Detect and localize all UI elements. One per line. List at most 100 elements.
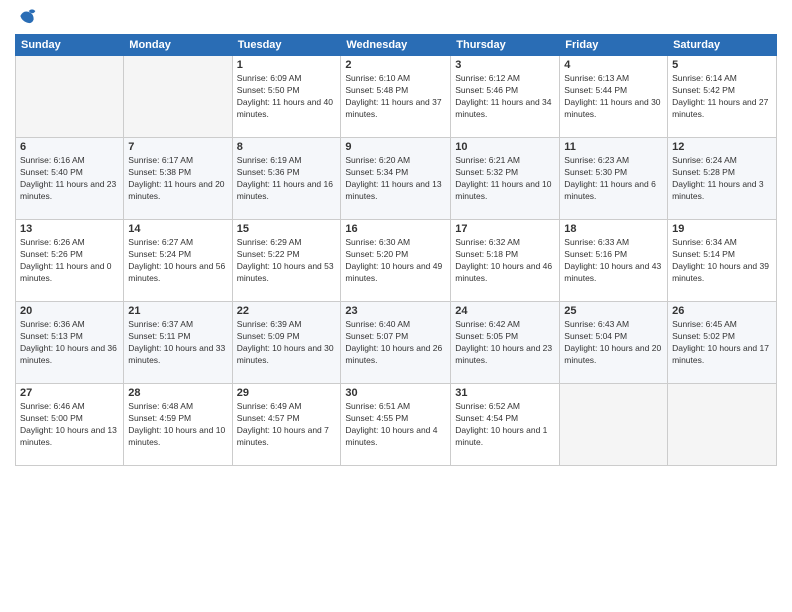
day-header-wednesday: Wednesday (341, 35, 451, 56)
day-number: 14 (128, 223, 227, 235)
day-number: 2 (345, 59, 446, 71)
day-info: Sunrise: 6:32 AM Sunset: 5:18 PM Dayligh… (455, 237, 555, 285)
calendar-cell (124, 56, 232, 138)
calendar-cell: 6Sunrise: 6:16 AM Sunset: 5:40 PM Daylig… (16, 138, 124, 220)
header-row: SundayMondayTuesdayWednesdayThursdayFrid… (16, 35, 777, 56)
week-row-2: 13 Sunrise: 6:26 AM Sunset: 5:26 PM Dayli… (16, 220, 777, 302)
week-row-1: 6Sunrise: 6:16 AM Sunset: 5:40 PM Daylig… (16, 138, 777, 220)
calendar-cell: 22 Sunrise: 6:39 AM Sunset: 5:09 PM Dayli… (232, 302, 341, 384)
day-number: 10 (455, 141, 555, 153)
calendar-cell: 30 Sunrise: 6:51 AM Sunset: 4:55 PM Dayli… (341, 384, 451, 466)
day-number: 4 (564, 59, 663, 71)
day-number: 31 (455, 387, 555, 399)
day-info: Sunrise: 6:43 AM Sunset: 5:04 PM Dayligh… (564, 319, 663, 367)
week-row-0: 1 Sunrise: 6:09 AM Sunset: 5:50 PM Daylig… (16, 56, 777, 138)
day-number: 26 (672, 305, 772, 317)
calendar-cell (668, 384, 777, 466)
logo-icon (17, 6, 37, 26)
calendar-cell: 8 Sunrise: 6:19 AM Sunset: 5:36 PM Daylig… (232, 138, 341, 220)
day-info: Sunrise: 6:13 AM Sunset: 5:44 PM Dayligh… (564, 73, 663, 121)
day-info: Sunrise: 6:45 AM Sunset: 5:02 PM Dayligh… (672, 319, 772, 367)
day-number: 30 (345, 387, 446, 399)
calendar-cell: 5 Sunrise: 6:14 AM Sunset: 5:42 PM Daylig… (668, 56, 777, 138)
day-number: 12 (672, 141, 772, 153)
day-number: 7 (128, 141, 227, 153)
day-number: 5 (672, 59, 772, 71)
day-number: 9 (345, 141, 446, 153)
day-info: Sunrise: 6:10 AM Sunset: 5:48 PM Dayligh… (345, 73, 446, 121)
day-info: Sunrise: 6:42 AM Sunset: 5:05 PM Dayligh… (455, 319, 555, 367)
calendar-cell: 12 Sunrise: 6:24 AM Sunset: 5:28 PM Dayli… (668, 138, 777, 220)
day-number: 21 (128, 305, 227, 317)
day-number: 29 (237, 387, 337, 399)
day-number: 22 (237, 305, 337, 317)
calendar-cell: 28 Sunrise: 6:48 AM Sunset: 4:59 PM Dayli… (124, 384, 232, 466)
day-number: 8 (237, 141, 337, 153)
day-number: 20 (20, 305, 119, 317)
day-header-sunday: Sunday (16, 35, 124, 56)
day-info: Sunrise: 6:16 AM Sunset: 5:40 PM Dayligh… (20, 155, 119, 203)
day-info: Sunrise: 6:39 AM Sunset: 5:09 PM Dayligh… (237, 319, 337, 367)
calendar-cell (16, 56, 124, 138)
calendar-cell: 15 Sunrise: 6:29 AM Sunset: 5:22 PM Dayli… (232, 220, 341, 302)
calendar-cell: 7 Sunrise: 6:17 AM Sunset: 5:38 PM Daylig… (124, 138, 232, 220)
day-number: 27 (20, 387, 119, 399)
day-number: 13 (20, 223, 119, 235)
day-info: Sunrise: 6:20 AM Sunset: 5:34 PM Dayligh… (345, 155, 446, 203)
calendar-cell: 11 Sunrise: 6:23 AM Sunset: 5:30 PM Dayli… (560, 138, 668, 220)
day-info: Sunrise: 6:48 AM Sunset: 4:59 PM Dayligh… (128, 401, 227, 449)
day-info: Sunrise: 6:37 AM Sunset: 5:11 PM Dayligh… (128, 319, 227, 367)
day-number: 11 (564, 141, 663, 153)
day-info: Sunrise: 6:26 AM Sunset: 5:26 PM Dayligh… (20, 237, 119, 285)
calendar-cell: 10 Sunrise: 6:21 AM Sunset: 5:32 PM Dayli… (451, 138, 560, 220)
day-number: 19 (672, 223, 772, 235)
page: SundayMondayTuesdayWednesdayThursdayFrid… (0, 0, 792, 612)
day-info: Sunrise: 6:51 AM Sunset: 4:55 PM Dayligh… (345, 401, 446, 449)
calendar-cell: 31 Sunrise: 6:52 AM Sunset: 4:54 PM Dayli… (451, 384, 560, 466)
day-header-tuesday: Tuesday (232, 35, 341, 56)
day-info: Sunrise: 6:12 AM Sunset: 5:46 PM Dayligh… (455, 73, 555, 121)
day-number: 15 (237, 223, 337, 235)
logo (15, 10, 37, 26)
day-number: 17 (455, 223, 555, 235)
day-info: Sunrise: 6:17 AM Sunset: 5:38 PM Dayligh… (128, 155, 227, 203)
day-header-saturday: Saturday (668, 35, 777, 56)
day-number: 3 (455, 59, 555, 71)
day-info: Sunrise: 6:34 AM Sunset: 5:14 PM Dayligh… (672, 237, 772, 285)
day-info: Sunrise: 6:33 AM Sunset: 5:16 PM Dayligh… (564, 237, 663, 285)
calendar-table: SundayMondayTuesdayWednesdayThursdayFrid… (15, 34, 777, 466)
calendar-cell: 23Sunrise: 6:40 AM Sunset: 5:07 PM Dayli… (341, 302, 451, 384)
calendar-cell: 17 Sunrise: 6:32 AM Sunset: 5:18 PM Dayli… (451, 220, 560, 302)
calendar-cell: 9 Sunrise: 6:20 AM Sunset: 5:34 PM Daylig… (341, 138, 451, 220)
week-row-4: 27Sunrise: 6:46 AM Sunset: 5:00 PM Dayli… (16, 384, 777, 466)
day-info: Sunrise: 6:29 AM Sunset: 5:22 PM Dayligh… (237, 237, 337, 285)
day-info: Sunrise: 6:52 AM Sunset: 4:54 PM Dayligh… (455, 401, 555, 449)
day-number: 28 (128, 387, 227, 399)
day-info: Sunrise: 6:21 AM Sunset: 5:32 PM Dayligh… (455, 155, 555, 203)
calendar-cell: 18 Sunrise: 6:33 AM Sunset: 5:16 PM Dayli… (560, 220, 668, 302)
calendar-cell: 13 Sunrise: 6:26 AM Sunset: 5:26 PM Dayli… (16, 220, 124, 302)
header (15, 10, 777, 26)
day-info: Sunrise: 6:27 AM Sunset: 5:24 PM Dayligh… (128, 237, 227, 285)
day-info: Sunrise: 6:09 AM Sunset: 5:50 PM Dayligh… (237, 73, 337, 121)
week-row-3: 20Sunrise: 6:36 AM Sunset: 5:13 PM Dayli… (16, 302, 777, 384)
day-info: Sunrise: 6:23 AM Sunset: 5:30 PM Dayligh… (564, 155, 663, 203)
calendar-cell: 20Sunrise: 6:36 AM Sunset: 5:13 PM Dayli… (16, 302, 124, 384)
calendar-cell: 4 Sunrise: 6:13 AM Sunset: 5:44 PM Daylig… (560, 56, 668, 138)
day-header-friday: Friday (560, 35, 668, 56)
calendar-cell: 24 Sunrise: 6:42 AM Sunset: 5:05 PM Dayli… (451, 302, 560, 384)
day-number: 24 (455, 305, 555, 317)
day-info: Sunrise: 6:49 AM Sunset: 4:57 PM Dayligh… (237, 401, 337, 449)
day-header-thursday: Thursday (451, 35, 560, 56)
day-info: Sunrise: 6:14 AM Sunset: 5:42 PM Dayligh… (672, 73, 772, 121)
calendar-cell: 27Sunrise: 6:46 AM Sunset: 5:00 PM Dayli… (16, 384, 124, 466)
calendar-cell: 1 Sunrise: 6:09 AM Sunset: 5:50 PM Daylig… (232, 56, 341, 138)
day-info: Sunrise: 6:30 AM Sunset: 5:20 PM Dayligh… (345, 237, 446, 285)
day-info: Sunrise: 6:40 AM Sunset: 5:07 PM Dayligh… (345, 319, 446, 367)
day-number: 1 (237, 59, 337, 71)
day-header-monday: Monday (124, 35, 232, 56)
day-number: 18 (564, 223, 663, 235)
day-info: Sunrise: 6:19 AM Sunset: 5:36 PM Dayligh… (237, 155, 337, 203)
calendar-cell: 21 Sunrise: 6:37 AM Sunset: 5:11 PM Dayli… (124, 302, 232, 384)
day-info: Sunrise: 6:24 AM Sunset: 5:28 PM Dayligh… (672, 155, 772, 203)
